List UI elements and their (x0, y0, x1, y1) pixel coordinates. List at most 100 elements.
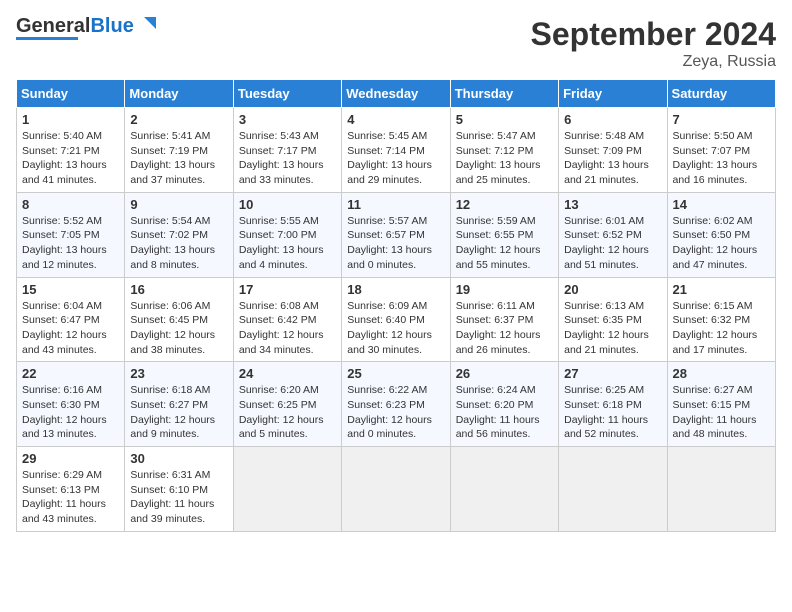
day-number: 7 (673, 112, 770, 127)
calendar-cell: 25 Sunrise: 6:22 AM Sunset: 6:23 PM Dayli… (342, 362, 450, 447)
calendar-cell: 27 Sunrise: 6:25 AM Sunset: 6:18 PM Dayli… (559, 362, 667, 447)
weekday-header: Wednesday (342, 80, 450, 108)
day-info: Sunrise: 6:13 AM Sunset: 6:35 PM Dayligh… (564, 299, 661, 358)
calendar-cell: 22 Sunrise: 6:16 AM Sunset: 6:30 PM Dayli… (17, 362, 125, 447)
weekday-header: Friday (559, 80, 667, 108)
calendar-cell: 13Sunrise: 6:01 AM Sunset: 6:52 PM Dayli… (559, 192, 667, 277)
calendar-cell (233, 447, 341, 532)
calendar-week-row: 29Sunrise: 6:29 AM Sunset: 6:13 PM Dayli… (17, 447, 776, 532)
calendar-cell: 3 Sunrise: 5:43 AM Sunset: 7:17 PM Daylig… (233, 108, 341, 193)
day-info: Sunrise: 6:11 AM Sunset: 6:37 PM Dayligh… (456, 299, 553, 358)
day-info: Sunrise: 6:16 AM Sunset: 6:30 PM Dayligh… (22, 383, 119, 442)
calendar-cell: 10Sunrise: 5:55 AM Sunset: 7:00 PM Dayli… (233, 192, 341, 277)
day-info: Sunrise: 5:57 AM Sunset: 6:57 PM Dayligh… (347, 214, 444, 273)
calendar-cell: 24Sunrise: 6:20 AM Sunset: 6:25 PM Dayli… (233, 362, 341, 447)
calendar-cell: 11 Sunrise: 5:57 AM Sunset: 6:57 PM Dayli… (342, 192, 450, 277)
day-info: Sunrise: 6:20 AM Sunset: 6:25 PM Dayligh… (239, 383, 336, 442)
calendar-cell: 23 Sunrise: 6:18 AM Sunset: 6:27 PM Dayli… (125, 362, 233, 447)
day-number: 22 (22, 366, 119, 381)
day-number: 17 (239, 282, 336, 297)
day-info: Sunrise: 5:45 AM Sunset: 7:14 PM Dayligh… (347, 129, 444, 188)
calendar-cell: 6 Sunrise: 5:48 AM Sunset: 7:09 PM Daylig… (559, 108, 667, 193)
day-number: 5 (456, 112, 553, 127)
weekday-header: Sunday (17, 80, 125, 108)
calendar-cell: 14Sunrise: 6:02 AM Sunset: 6:50 PM Dayli… (667, 192, 775, 277)
calendar-cell: 12 Sunrise: 5:59 AM Sunset: 6:55 PM Dayli… (450, 192, 558, 277)
day-number: 3 (239, 112, 336, 127)
day-info: Sunrise: 6:25 AM Sunset: 6:18 PM Dayligh… (564, 383, 661, 442)
logo-text: GeneralBlue (16, 16, 134, 36)
calendar-table: SundayMondayTuesdayWednesdayThursdayFrid… (16, 79, 776, 532)
day-number: 12 (456, 197, 553, 212)
day-number: 23 (130, 366, 227, 381)
calendar-cell: 15 Sunrise: 6:04 AM Sunset: 6:47 PM Dayli… (17, 277, 125, 362)
day-number: 9 (130, 197, 227, 212)
calendar-cell (667, 447, 775, 532)
day-info: Sunrise: 5:54 AM Sunset: 7:02 PM Dayligh… (130, 214, 227, 273)
day-number: 26 (456, 366, 553, 381)
day-info: Sunrise: 5:43 AM Sunset: 7:17 PM Dayligh… (239, 129, 336, 188)
calendar-cell: 17 Sunrise: 6:08 AM Sunset: 6:42 PM Dayli… (233, 277, 341, 362)
calendar-cell: 7Sunrise: 5:50 AM Sunset: 7:07 PM Daylig… (667, 108, 775, 193)
day-number: 25 (347, 366, 444, 381)
page-subtitle: Zeya, Russia (531, 53, 776, 71)
calendar-week-row: 22 Sunrise: 6:16 AM Sunset: 6:30 PM Dayli… (17, 362, 776, 447)
day-info: Sunrise: 6:18 AM Sunset: 6:27 PM Dayligh… (130, 383, 227, 442)
weekday-header: Monday (125, 80, 233, 108)
day-number: 21 (673, 282, 770, 297)
calendar-cell: 9 Sunrise: 5:54 AM Sunset: 7:02 PM Daylig… (125, 192, 233, 277)
day-number: 16 (130, 282, 227, 297)
day-info: Sunrise: 5:40 AM Sunset: 7:21 PM Dayligh… (22, 129, 119, 188)
day-info: Sunrise: 6:24 AM Sunset: 6:20 PM Dayligh… (456, 383, 553, 442)
day-info: Sunrise: 6:04 AM Sunset: 6:47 PM Dayligh… (22, 299, 119, 358)
calendar-cell: 16 Sunrise: 6:06 AM Sunset: 6:45 PM Dayli… (125, 277, 233, 362)
logo-icon (136, 13, 158, 35)
calendar-week-row: 8Sunrise: 5:52 AM Sunset: 7:05 PM Daylig… (17, 192, 776, 277)
calendar-cell: 29Sunrise: 6:29 AM Sunset: 6:13 PM Dayli… (17, 447, 125, 532)
calendar-cell (559, 447, 667, 532)
calendar-week-row: 1 Sunrise: 5:40 AM Sunset: 7:21 PM Daylig… (17, 108, 776, 193)
day-number: 20 (564, 282, 661, 297)
calendar-cell: 28Sunrise: 6:27 AM Sunset: 6:15 PM Dayli… (667, 362, 775, 447)
day-number: 4 (347, 112, 444, 127)
day-number: 11 (347, 197, 444, 212)
calendar-cell: 30Sunrise: 6:31 AM Sunset: 6:10 PM Dayli… (125, 447, 233, 532)
calendar-cell: 2 Sunrise: 5:41 AM Sunset: 7:19 PM Daylig… (125, 108, 233, 193)
day-info: Sunrise: 6:02 AM Sunset: 6:50 PM Dayligh… (673, 214, 770, 273)
calendar-cell (450, 447, 558, 532)
day-info: Sunrise: 6:27 AM Sunset: 6:15 PM Dayligh… (673, 383, 770, 442)
calendar-week-row: 15 Sunrise: 6:04 AM Sunset: 6:47 PM Dayli… (17, 277, 776, 362)
day-number: 2 (130, 112, 227, 127)
day-info: Sunrise: 6:06 AM Sunset: 6:45 PM Dayligh… (130, 299, 227, 358)
page-title: September 2024 (531, 16, 776, 53)
day-info: Sunrise: 6:08 AM Sunset: 6:42 PM Dayligh… (239, 299, 336, 358)
weekday-header: Saturday (667, 80, 775, 108)
day-info: Sunrise: 5:41 AM Sunset: 7:19 PM Dayligh… (130, 129, 227, 188)
day-number: 27 (564, 366, 661, 381)
day-number: 10 (239, 197, 336, 212)
calendar-cell (342, 447, 450, 532)
day-info: Sunrise: 5:52 AM Sunset: 7:05 PM Dayligh… (22, 214, 119, 273)
weekday-header: Tuesday (233, 80, 341, 108)
calendar-header-row: SundayMondayTuesdayWednesdayThursdayFrid… (17, 80, 776, 108)
calendar-cell: 8Sunrise: 5:52 AM Sunset: 7:05 PM Daylig… (17, 192, 125, 277)
day-number: 18 (347, 282, 444, 297)
calendar-cell: 19 Sunrise: 6:11 AM Sunset: 6:37 PM Dayli… (450, 277, 558, 362)
day-info: Sunrise: 5:59 AM Sunset: 6:55 PM Dayligh… (456, 214, 553, 273)
page-header: GeneralBlue September 2024 Zeya, Russia (16, 16, 776, 71)
day-info: Sunrise: 5:48 AM Sunset: 7:09 PM Dayligh… (564, 129, 661, 188)
day-number: 1 (22, 112, 119, 127)
day-info: Sunrise: 6:15 AM Sunset: 6:32 PM Dayligh… (673, 299, 770, 358)
calendar-cell: 1 Sunrise: 5:40 AM Sunset: 7:21 PM Daylig… (17, 108, 125, 193)
day-number: 19 (456, 282, 553, 297)
day-number: 6 (564, 112, 661, 127)
day-info: Sunrise: 6:01 AM Sunset: 6:52 PM Dayligh… (564, 214, 661, 273)
title-block: September 2024 Zeya, Russia (531, 16, 776, 71)
calendar-cell: 4 Sunrise: 5:45 AM Sunset: 7:14 PM Daylig… (342, 108, 450, 193)
day-number: 15 (22, 282, 119, 297)
weekday-header: Thursday (450, 80, 558, 108)
day-info: Sunrise: 6:22 AM Sunset: 6:23 PM Dayligh… (347, 383, 444, 442)
day-info: Sunrise: 5:47 AM Sunset: 7:12 PM Dayligh… (456, 129, 553, 188)
calendar-cell: 20 Sunrise: 6:13 AM Sunset: 6:35 PM Dayli… (559, 277, 667, 362)
day-number: 29 (22, 451, 119, 466)
